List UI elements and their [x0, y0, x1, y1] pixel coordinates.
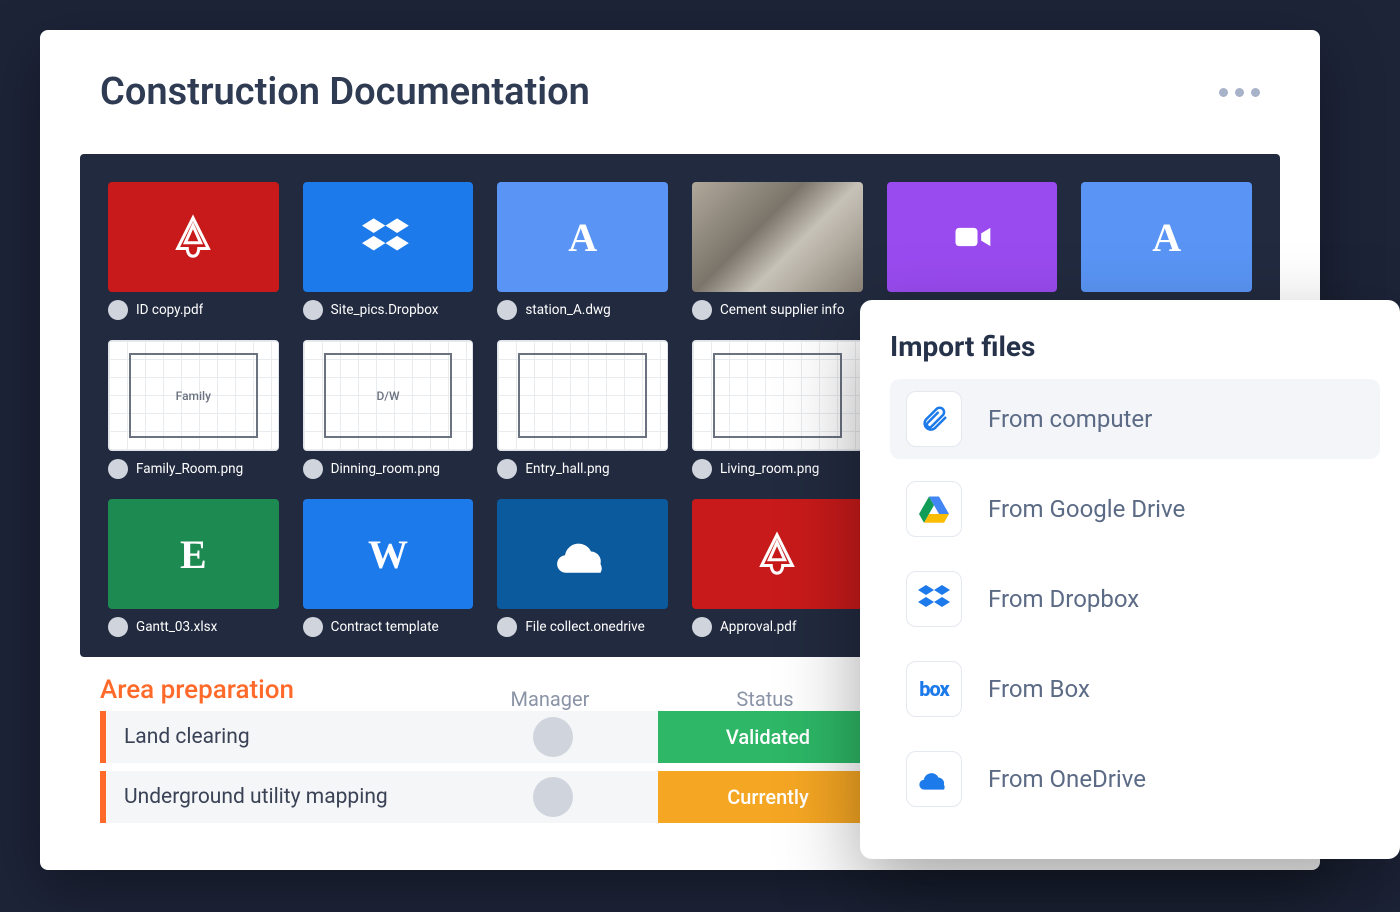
status-badge[interactable]: Currently: [658, 771, 878, 823]
file-name: Family_Room.png: [136, 461, 243, 477]
avatar: [303, 617, 323, 637]
file-item[interactable]: W Contract template: [303, 499, 474, 637]
dot-icon: [1235, 88, 1244, 97]
page-title: Construction Documentation: [100, 70, 590, 114]
file-item[interactable]: ID copy.pdf: [108, 182, 279, 320]
import-files-popover: Import files From computer From Google D…: [860, 300, 1400, 859]
file-meta: station_A.dwg: [497, 300, 668, 320]
onedrive-icon: [906, 751, 962, 807]
file-item[interactable]: Entry_hall.png: [497, 340, 668, 478]
header: Construction Documentation: [40, 30, 1320, 124]
blueprint-thumbnail: Family: [108, 340, 279, 450]
file-meta: Site_pics.Dropbox: [303, 300, 474, 320]
word-icon: W: [303, 499, 474, 609]
dropbox-icon: [906, 571, 962, 627]
file-meta: Cement supplier info: [692, 300, 863, 320]
file-meta: Gantt_03.xlsx: [108, 617, 279, 637]
avatar: [108, 300, 128, 320]
import-option-label: From Dropbox: [988, 585, 1139, 613]
file-name: File collect.onedrive: [525, 619, 644, 635]
file-item[interactable]: Cement supplier info: [692, 182, 863, 320]
more-menu-button[interactable]: [1219, 88, 1260, 97]
import-option-onedrive[interactable]: From OneDrive: [890, 739, 1380, 819]
manager-cell: [488, 717, 618, 757]
file-meta: Entry_hall.png: [497, 459, 668, 479]
avatar: [303, 300, 323, 320]
avatar: [497, 459, 517, 479]
avatar: [692, 617, 712, 637]
import-option-label: From computer: [988, 405, 1152, 433]
avatar: [497, 300, 517, 320]
avatar: [497, 617, 517, 637]
excel-icon: E: [108, 499, 279, 609]
import-option-box[interactable]: box From Box: [890, 649, 1380, 729]
task-name: Land clearing: [106, 725, 448, 749]
import-option-label: From Google Drive: [988, 495, 1185, 523]
dropbox-icon: [303, 182, 474, 292]
popover-title: Import files: [890, 330, 1380, 363]
gdrive-icon: [906, 481, 962, 537]
pdf-icon: [692, 499, 863, 609]
file-name: ID copy.pdf: [136, 302, 203, 318]
file-item[interactable]: Site_pics.Dropbox: [303, 182, 474, 320]
blueprint-thumbnail: [692, 340, 863, 450]
avatar: [692, 300, 712, 320]
file-name: Dinning_room.png: [331, 461, 440, 477]
file-meta: Living_room.png: [692, 459, 863, 479]
pdf-icon: [108, 182, 279, 292]
import-option-label: From OneDrive: [988, 765, 1146, 793]
file-item[interactable]: Approval.pdf: [692, 499, 863, 637]
avatar: [303, 459, 323, 479]
file-item[interactable]: Living_room.png: [692, 340, 863, 478]
file-item[interactable]: File collect.onedrive: [497, 499, 668, 637]
dot-icon: [1219, 88, 1228, 97]
section-title: Area preparation: [100, 675, 445, 705]
blueprint-thumbnail: [497, 340, 668, 450]
column-header-manager: Manager: [485, 687, 615, 711]
import-option-clip[interactable]: From computer: [890, 379, 1380, 459]
blueprint-thumbnail: D/W: [303, 340, 474, 450]
file-meta: Contract template: [303, 617, 474, 637]
avatar: [692, 459, 712, 479]
video-icon: [887, 182, 1058, 292]
avatar: [108, 617, 128, 637]
import-option-gdrive[interactable]: From Google Drive: [890, 469, 1380, 549]
import-option-label: From Box: [988, 675, 1090, 703]
import-option-dropbox[interactable]: From Dropbox: [890, 559, 1380, 639]
file-item[interactable]: E Gantt_03.xlsx: [108, 499, 279, 637]
avatar: [533, 777, 573, 817]
column-header-status: Status: [655, 687, 875, 711]
file-item[interactable]: D/W Dinning_room.png: [303, 340, 474, 478]
file-name: Cement supplier info: [720, 302, 845, 318]
avatar: [533, 717, 573, 757]
file-name: Entry_hall.png: [525, 461, 609, 477]
status-badge[interactable]: Validated: [658, 711, 878, 763]
file-meta: Family_Room.png: [108, 459, 279, 479]
box-icon: box: [906, 661, 962, 717]
file-item[interactable]: Family Family_Room.png: [108, 340, 279, 478]
onedrive-icon: [497, 499, 668, 609]
file-meta: ID copy.pdf: [108, 300, 279, 320]
file-name: Contract template: [331, 619, 439, 635]
task-name: Underground utility mapping: [106, 785, 448, 809]
autocad-icon: A: [1081, 182, 1252, 292]
file-name: Gantt_03.xlsx: [136, 619, 217, 635]
file-meta: File collect.onedrive: [497, 617, 668, 637]
file-name: Approval.pdf: [720, 619, 797, 635]
manager-cell: [488, 777, 618, 817]
avatar: [108, 459, 128, 479]
file-item[interactable]: A station_A.dwg: [497, 182, 668, 320]
photo-thumbnail: [692, 182, 863, 292]
file-name: Living_room.png: [720, 461, 819, 477]
file-meta: Approval.pdf: [692, 617, 863, 637]
dot-icon: [1251, 88, 1260, 97]
file-name: Site_pics.Dropbox: [331, 302, 439, 318]
autocad-icon: A: [497, 182, 668, 292]
file-meta: Dinning_room.png: [303, 459, 474, 479]
clip-icon: [906, 391, 962, 447]
file-name: station_A.dwg: [525, 302, 610, 318]
